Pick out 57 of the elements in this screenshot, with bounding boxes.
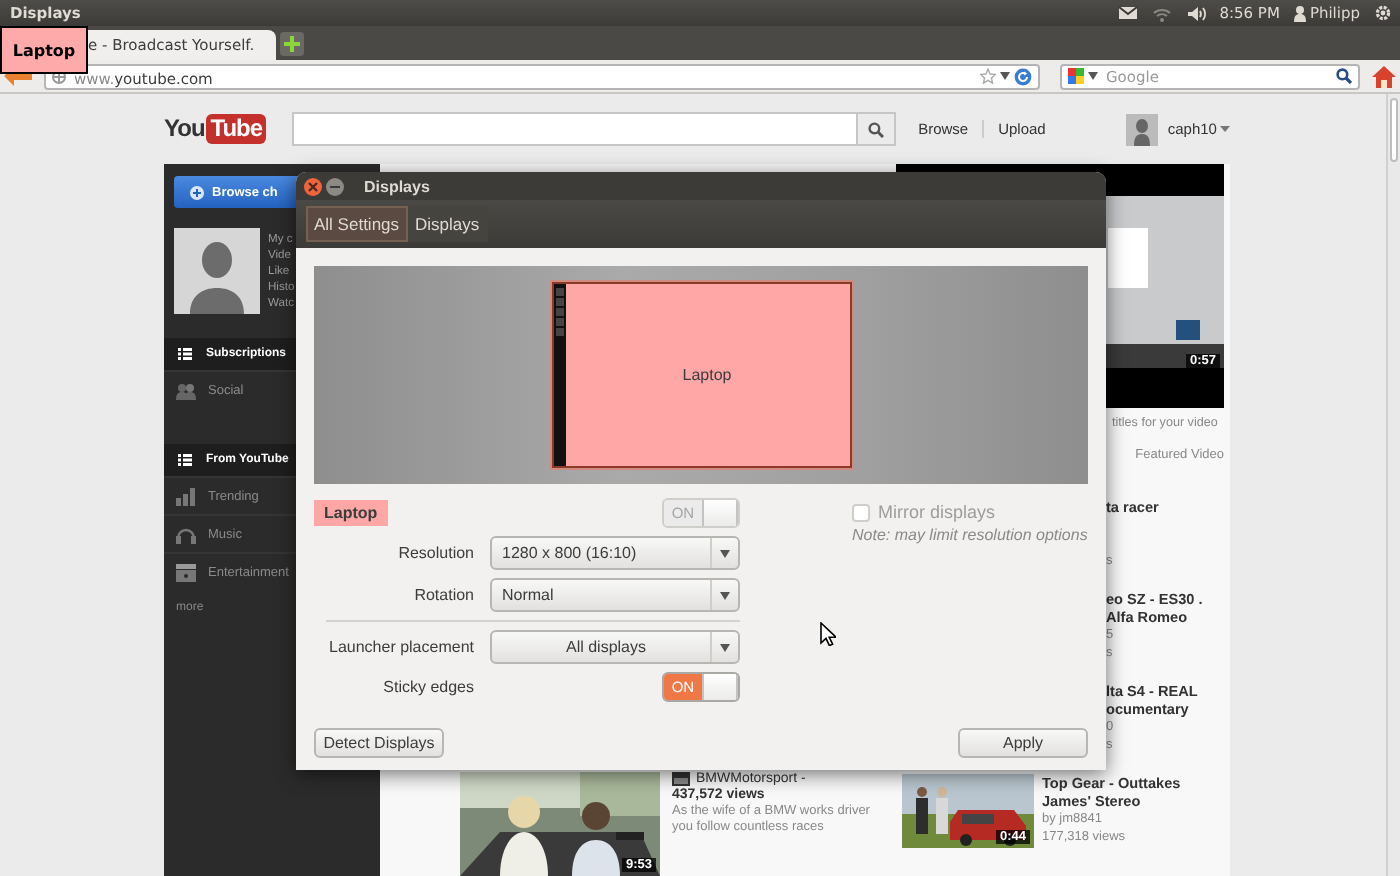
scrollbar[interactable] bbox=[1386, 94, 1400, 876]
note-text: Note: may limit resolution options bbox=[852, 526, 1088, 544]
search-field[interactable] bbox=[292, 112, 859, 146]
clapperboard-icon bbox=[176, 563, 196, 581]
display-name: Laptop bbox=[314, 500, 388, 526]
checkbox-label: Mirror displays bbox=[878, 502, 996, 522]
caret-icon[interactable] bbox=[1000, 72, 1010, 80]
dropdown[interactable]: Normal bbox=[490, 578, 740, 612]
minimize-icon bbox=[330, 185, 340, 187]
avatar-icon[interactable] bbox=[1125, 113, 1158, 145]
scrollbar-thumb[interactable] bbox=[1390, 98, 1398, 162]
dialog-button[interactable]: Detect Displays bbox=[314, 728, 444, 758]
monitor-preview[interactable]: Laptop bbox=[551, 282, 851, 468]
field-label: Rotation bbox=[412, 586, 474, 604]
refresh-icon[interactable] bbox=[1014, 67, 1032, 85]
field-label: Launcher placement bbox=[327, 638, 474, 656]
search-icon bbox=[868, 121, 885, 137]
monitor-label: Laptop bbox=[682, 366, 732, 384]
breadcrumb[interactable]: All Settings bbox=[306, 206, 408, 242]
dialog-button[interactable]: Apply bbox=[958, 728, 1088, 758]
channel-icon bbox=[672, 772, 690, 786]
search-button[interactable] bbox=[858, 112, 897, 146]
display-name-tooltip: Laptop bbox=[0, 26, 88, 74]
pointer-icon bbox=[820, 622, 836, 646]
avatar bbox=[174, 228, 260, 314]
field-label: Resolution bbox=[396, 544, 474, 562]
dialog-title: Displays bbox=[364, 177, 430, 195]
settings-icon[interactable] bbox=[1374, 4, 1392, 22]
caret-icon bbox=[1220, 126, 1231, 132]
plus-icon bbox=[284, 36, 300, 52]
people-icon bbox=[176, 381, 196, 399]
list-icon bbox=[178, 348, 192, 360]
close-icon bbox=[308, 181, 318, 191]
bar-chart-icon bbox=[176, 487, 196, 505]
mail-icon[interactable] bbox=[1117, 6, 1138, 20]
star-icon[interactable] bbox=[980, 68, 996, 84]
new-tab-button[interactable] bbox=[280, 32, 304, 56]
caret-icon bbox=[720, 591, 730, 599]
volume-icon[interactable] bbox=[1185, 5, 1206, 21]
plus-circle-icon bbox=[190, 185, 204, 199]
dropdown[interactable]: 1280 x 800 (16:10) bbox=[490, 536, 740, 570]
wifi-icon[interactable] bbox=[1151, 5, 1172, 21]
breadcrumb[interactable]: Displays bbox=[407, 206, 488, 242]
list-icon bbox=[178, 454, 192, 466]
caret-icon bbox=[720, 643, 730, 651]
caret-icon bbox=[720, 549, 730, 557]
caret-icon[interactable] bbox=[1088, 72, 1098, 80]
headphones-icon bbox=[176, 525, 196, 543]
dropdown[interactable]: All displays bbox=[490, 630, 740, 664]
search-icon[interactable] bbox=[1336, 68, 1352, 84]
minimize-button[interactable] bbox=[326, 177, 344, 195]
google-icon bbox=[1068, 68, 1084, 84]
globe-icon bbox=[52, 69, 66, 83]
field-label: Sticky edges bbox=[381, 678, 474, 696]
close-button[interactable] bbox=[304, 177, 322, 195]
person-icon bbox=[1293, 5, 1306, 21]
home-icon[interactable] bbox=[1372, 65, 1396, 87]
